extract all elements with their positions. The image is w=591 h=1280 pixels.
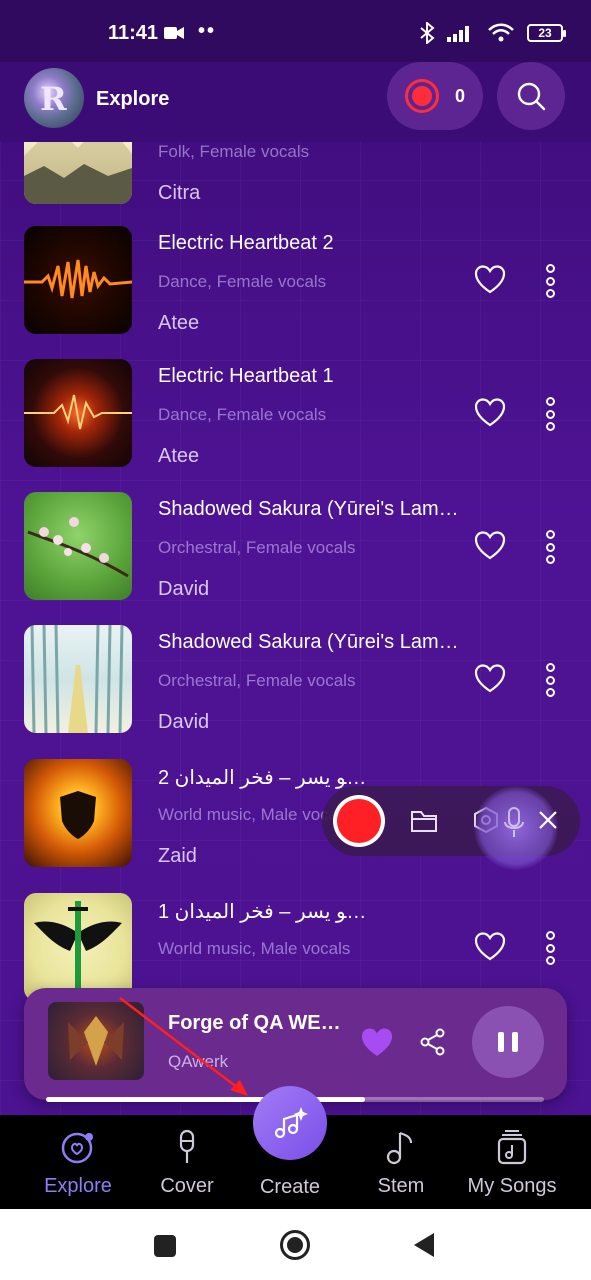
nav-label-create[interactable]: Create: [256, 1176, 324, 1199]
more-options-icon[interactable]: [540, 264, 560, 298]
record-icon: [405, 79, 439, 113]
pause-button[interactable]: [472, 1006, 544, 1078]
nav-stem[interactable]: Stem: [364, 1115, 438, 1209]
now-playing-title[interactable]: Forge of QA WEAPONS: [168, 1012, 343, 1035]
heart-icon[interactable]: [474, 931, 506, 961]
battery-indicator: 23: [527, 24, 566, 42]
heart-icon[interactable]: [474, 663, 506, 693]
status-icons: 23: [419, 22, 566, 44]
now-playing-artist: QAwerk: [168, 1052, 229, 1071]
list-item[interactable]: Electric Heartbeat 2 Dance, Female vocal…: [0, 226, 591, 359]
song-title[interactable]: زيد أبو يسر – فخر الميدان 2: [158, 765, 368, 790]
nav-cover[interactable]: Cover: [150, 1115, 224, 1209]
song-artist: Citra: [158, 182, 201, 204]
heart-icon[interactable]: [474, 264, 506, 294]
heart-icon[interactable]: [474, 397, 506, 427]
app-header: R Explore 0: [0, 62, 591, 142]
more-options-icon[interactable]: [540, 397, 560, 431]
app-screen: Folk, Female vocals Citra Electric Heart…: [0, 0, 591, 1280]
signal-icon: [447, 26, 469, 42]
home-icon[interactable]: [280, 1230, 310, 1260]
microphone-icon[interactable]: [502, 806, 526, 840]
search-button[interactable]: [497, 62, 565, 130]
search-icon: [517, 82, 546, 111]
nav-explore[interactable]: Explore: [34, 1115, 122, 1209]
song-cover-image[interactable]: [24, 893, 132, 1001]
share-icon[interactable]: [420, 1028, 446, 1056]
now-playing-bar[interactable]: Forge of QA WEAPONS QAwerk: [24, 988, 567, 1100]
song-cover-image[interactable]: [24, 359, 132, 467]
close-icon[interactable]: [536, 808, 560, 832]
back-icon[interactable]: [412, 1231, 436, 1259]
status-time: 11:41: [108, 22, 159, 44]
nav-label: Explore: [44, 1175, 112, 1197]
status-bar: 11:41 •• 23: [0, 0, 591, 62]
more-options-icon[interactable]: [540, 931, 560, 965]
song-cover-image[interactable]: [24, 226, 132, 334]
song-genre: Orchestral, Female vocals: [158, 671, 356, 690]
song-title[interactable]: Shadowed Sakura (Yūrei's Lament): [158, 498, 463, 521]
create-button[interactable]: [253, 1086, 327, 1160]
song-genre: Folk, Female vocals: [158, 142, 310, 161]
nav-label: Cover: [160, 1175, 214, 1197]
magic-music-icon: [274, 1107, 308, 1139]
notification-dots: ••: [198, 20, 217, 42]
page-title: Explore: [96, 88, 170, 110]
song-artist: David: [158, 578, 210, 600]
now-playing-cover[interactable]: [48, 1002, 144, 1080]
record-button[interactable]: [333, 795, 385, 847]
song-genre: Orchestral, Female vocals: [158, 538, 356, 557]
list-item[interactable]: Electric Heartbeat 1 Dance, Female vocal…: [0, 359, 591, 492]
song-title[interactable]: Electric Heartbeat 1: [158, 365, 463, 388]
song-cover-image[interactable]: [24, 759, 132, 867]
song-artist: Atee: [158, 445, 200, 467]
avatar-letter: R: [40, 80, 67, 118]
song-cover-image[interactable]: [24, 625, 132, 733]
song-artist: Atee: [158, 312, 200, 334]
pause-icon: [498, 1032, 504, 1052]
folder-icon[interactable]: [410, 808, 438, 834]
recent-apps-icon[interactable]: [154, 1235, 176, 1257]
list-item[interactable]: Shadowed Sakura (Yūrei's Lament) Orchest…: [0, 492, 591, 625]
song-genre: Dance, Female vocals: [158, 405, 327, 424]
list-item[interactable]: Shadowed Sakura (Yūrei's Lament) Orchest…: [0, 625, 591, 758]
nav-label: My Songs: [467, 1175, 557, 1197]
system-navigation-bar: [0, 1209, 591, 1280]
explore-icon: [61, 1132, 93, 1164]
song-artist: Zaid: [158, 845, 197, 867]
song-title[interactable]: Shadowed Sakura (Yūrei's Lament): [158, 631, 463, 654]
song-cover-image[interactable]: [24, 492, 132, 600]
song-artist: David: [158, 711, 210, 733]
more-options-icon[interactable]: [540, 663, 560, 697]
floating-recorder-toolbar[interactable]: [322, 786, 580, 870]
song-title[interactable]: Electric Heartbeat 2: [158, 232, 463, 255]
bluetooth-icon: [420, 22, 435, 44]
music-note-icon: [386, 1131, 413, 1165]
nav-my-songs[interactable]: My Songs: [462, 1115, 562, 1209]
recordings-button[interactable]: 0: [387, 62, 483, 130]
microphone-icon: [179, 1129, 195, 1163]
recordings-count: 0: [455, 85, 466, 106]
avatar[interactable]: R: [24, 68, 84, 128]
song-genre: World music, Male vocals: [158, 939, 351, 958]
library-icon: [497, 1130, 527, 1165]
song-genre: Dance, Female vocals: [158, 272, 327, 291]
more-options-icon[interactable]: [540, 530, 560, 564]
song-title[interactable]: زيد أبو يسر – فخر الميدان 1: [158, 899, 368, 924]
heart-icon[interactable]: [474, 530, 506, 560]
wifi-icon: [488, 23, 514, 42]
video-camera-icon: [164, 27, 184, 39]
heart-filled-icon[interactable]: [360, 1026, 394, 1058]
nav-label: Stem: [377, 1175, 425, 1197]
